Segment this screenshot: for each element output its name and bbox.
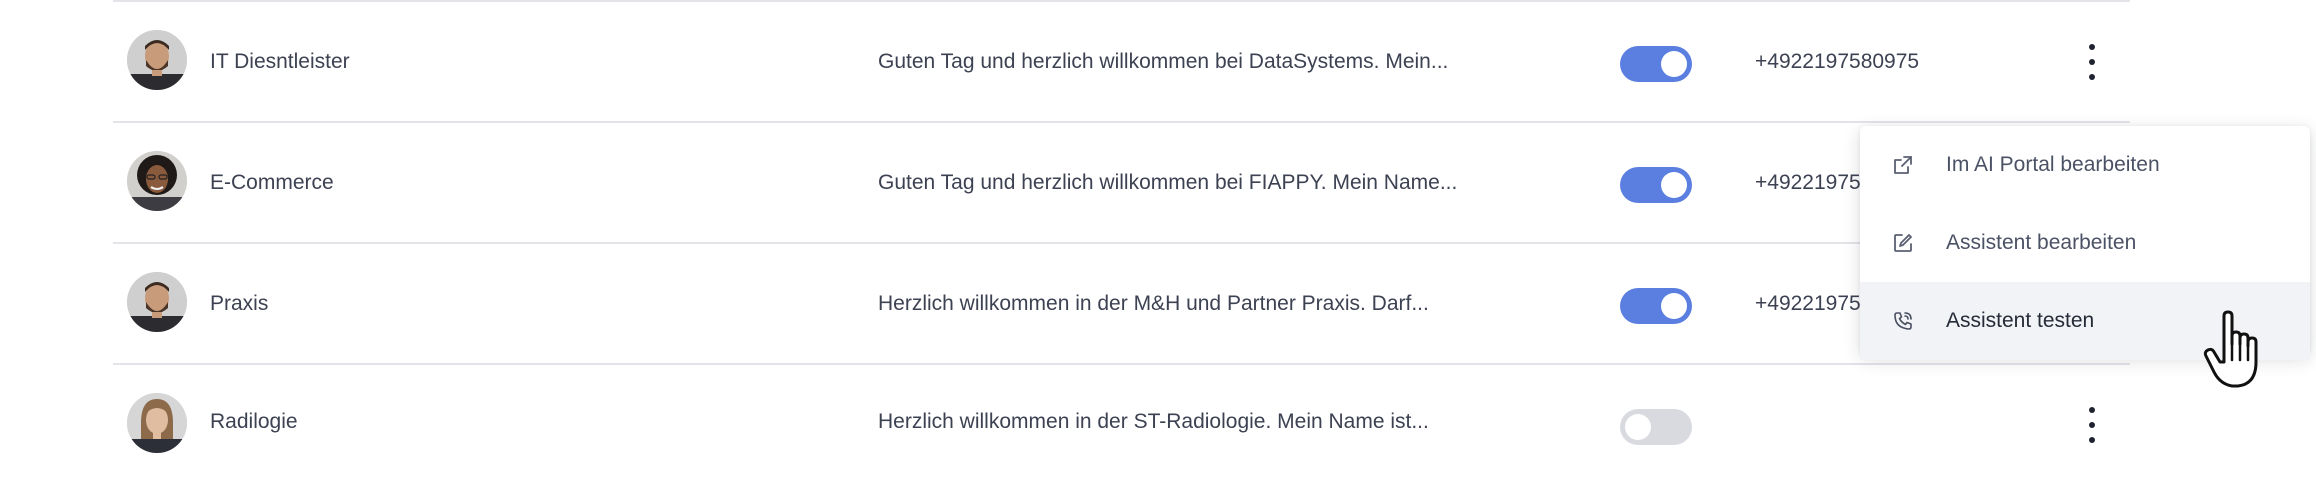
active-toggle[interactable] — [1620, 167, 1692, 203]
assistants-table: IT Diesntleister Guten Tag und herzlich … — [113, 0, 2130, 479]
avatar — [127, 151, 187, 211]
active-toggle[interactable] — [1620, 46, 1692, 82]
toggle-knob — [1625, 414, 1651, 440]
greeting-text: Guten Tag und herzlich willkommen bei FI… — [878, 170, 1458, 194]
table-row[interactable]: Praxis Herzlich willkommen in der M&H un… — [113, 242, 2130, 363]
phone-number: +49221975 — [1755, 291, 1861, 315]
greeting-text: Guten Tag und herzlich willkommen bei Da… — [878, 49, 1449, 73]
toggle-knob — [1661, 51, 1687, 77]
active-toggle[interactable] — [1620, 409, 1692, 445]
menu-item-edit-assistant[interactable]: Assistent bearbeiten — [1860, 204, 2310, 282]
assistant-name: Praxis — [210, 291, 269, 315]
greeting-text: Herzlich willkommen in der ST-Radiologie… — [878, 410, 1429, 433]
phone-call-icon — [1892, 310, 1914, 332]
active-toggle[interactable] — [1620, 288, 1692, 324]
more-options-icon[interactable] — [2079, 405, 2105, 445]
table-row[interactable]: E-Commerce Guten Tag und herzlich willko… — [113, 121, 2130, 242]
toggle-knob — [1661, 293, 1687, 319]
more-options-icon[interactable] — [2079, 42, 2105, 82]
toggle-knob — [1661, 172, 1687, 198]
menu-item-edit-in-portal[interactable]: Im AI Portal bearbeiten — [1860, 126, 2310, 204]
assistant-name: E-Commerce — [210, 170, 334, 194]
table-row[interactable]: IT Diesntleister Guten Tag und herzlich … — [113, 0, 2130, 121]
menu-item-label: Assistent bearbeiten — [1946, 231, 2137, 254]
avatar — [127, 30, 187, 90]
external-link-icon — [1892, 154, 1914, 176]
assistant-name: IT Diesntleister — [210, 49, 350, 73]
phone-number: +49221975 — [1755, 170, 1861, 194]
avatar — [127, 272, 187, 332]
hand-pointer-cursor-icon — [2202, 310, 2272, 395]
menu-item-label: Assistent testen — [1946, 309, 2095, 332]
phone-number: +4922197580975 — [1755, 49, 1920, 73]
menu-item-label: Im AI Portal bearbeiten — [1946, 153, 2160, 176]
greeting-text: Herzlich willkommen in der M&H und Partn… — [878, 291, 1429, 315]
table-row[interactable]: Radilogie Herzlich willkommen in der ST-… — [113, 363, 2130, 479]
assistant-name: Radilogie — [210, 410, 298, 433]
avatar — [127, 393, 187, 453]
edit-icon — [1892, 232, 1914, 254]
